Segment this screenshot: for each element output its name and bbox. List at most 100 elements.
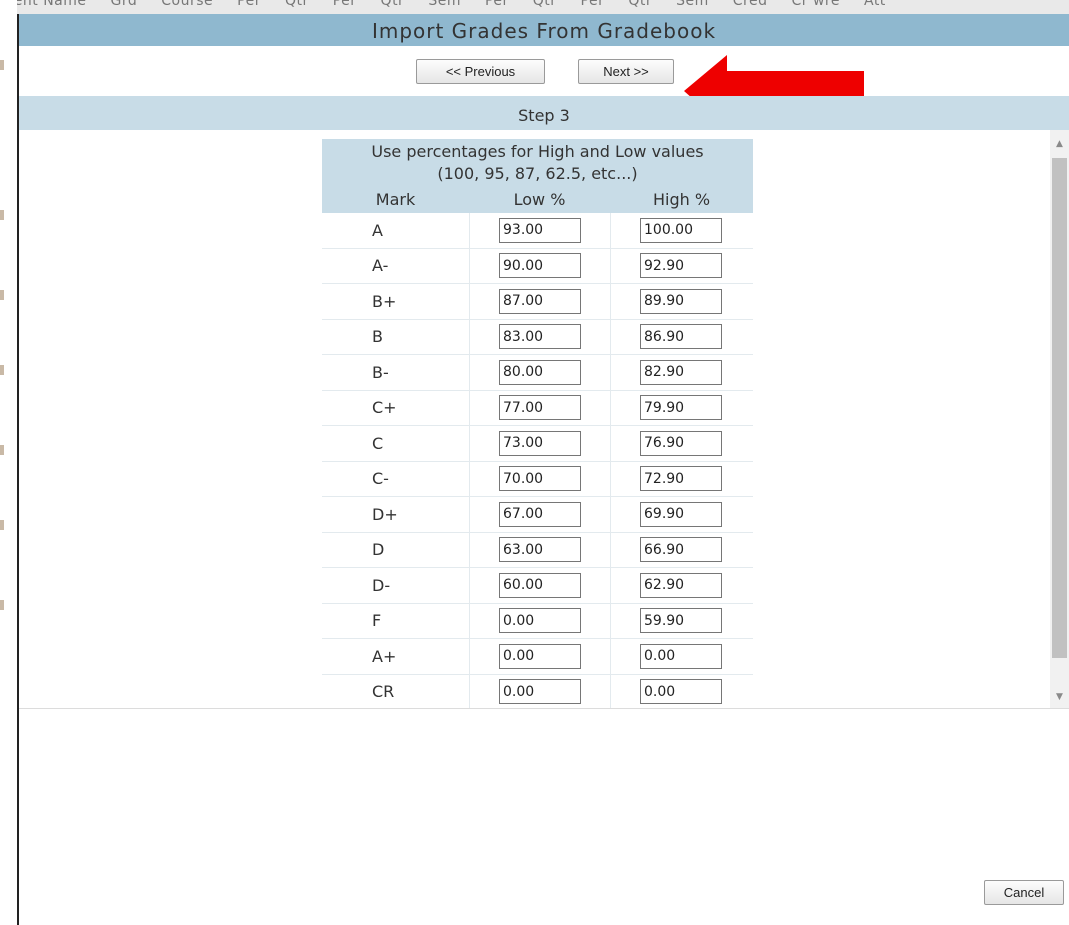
instruction-line-1: Use percentages for High and Low values [371, 142, 704, 161]
high-cell [610, 248, 753, 283]
high-percent-input[interactable] [640, 643, 722, 669]
high-percent-input[interactable] [640, 430, 722, 456]
high-percent-input[interactable] [640, 537, 722, 563]
low-percent-input[interactable] [499, 288, 581, 314]
high-cell [610, 213, 753, 248]
background-tick [0, 600, 4, 610]
grade-row: C [322, 426, 753, 462]
cancel-button[interactable]: Cancel [984, 880, 1064, 905]
high-percent-input[interactable] [640, 395, 722, 421]
high-cell [610, 355, 753, 390]
high-cell [610, 284, 753, 319]
background-tick [0, 290, 4, 300]
grade-mark: A+ [372, 646, 397, 666]
vertical-scrollbar[interactable]: ▲ ▼ [1050, 130, 1069, 708]
dialog-title-bar[interactable]: Import Grades From Gradebook [19, 14, 1069, 46]
grade-row: A+ [322, 639, 753, 675]
background-column-header: Sem [676, 0, 709, 9]
grade-mark: F [372, 611, 382, 631]
grade-rows: AA-B+BB-C+CC-D+DD-FA+CRF-F+INCNM [322, 213, 753, 708]
import-grades-dialog: Import Grades From Gradebook << Previous… [17, 14, 1069, 925]
low-cell [469, 639, 610, 674]
next-button[interactable]: Next >> [578, 59, 674, 84]
grade-scale-scroll-area[interactable]: Use percentages for High and Low values … [19, 130, 1069, 708]
low-percent-input[interactable] [499, 466, 581, 492]
low-cell [469, 284, 610, 319]
low-percent-input[interactable] [499, 253, 581, 279]
low-percent-input[interactable] [499, 679, 581, 705]
low-percent-input[interactable] [499, 324, 581, 350]
low-percent-input[interactable] [499, 430, 581, 456]
high-percent-input[interactable] [640, 217, 722, 243]
grade-mark: B+ [372, 291, 397, 311]
dialog-title: Import Grades From Gradebook [371, 19, 717, 43]
grade-mark: C+ [372, 398, 397, 418]
grade-row: F [322, 603, 753, 639]
high-cell [610, 568, 753, 603]
high-percent-input[interactable] [640, 253, 722, 279]
triangle-up-icon[interactable]: ▲ [1050, 135, 1069, 153]
high-cell [610, 319, 753, 354]
background-column-header: Cred [732, 0, 768, 9]
high-percent-input[interactable] [640, 359, 722, 385]
low-cell [469, 319, 610, 354]
grade-row: C+ [322, 390, 753, 426]
high-cell [610, 603, 753, 638]
grade-row: D- [322, 568, 753, 604]
grade-table-header: Use percentages for High and Low values … [322, 139, 753, 213]
scrollbar-thumb[interactable] [1052, 158, 1067, 658]
column-header-mark: Mark [375, 189, 416, 209]
previous-button[interactable]: << Previous [416, 59, 545, 84]
grade-row: B [322, 319, 753, 355]
grade-mark: C- [372, 469, 389, 489]
instruction-line-2: (100, 95, 87, 62.5, etc...) [437, 164, 638, 183]
grade-row: C- [322, 461, 753, 497]
low-percent-input[interactable] [499, 501, 581, 527]
high-percent-input[interactable] [640, 572, 722, 598]
column-header-low: Low % [513, 189, 566, 209]
grade-row: B- [322, 355, 753, 391]
grade-scale-table: Use percentages for High and Low values … [322, 139, 753, 708]
high-cell [610, 639, 753, 674]
low-percent-input[interactable] [499, 395, 581, 421]
grade-mark: A- [372, 256, 389, 276]
low-percent-input[interactable] [499, 572, 581, 598]
background-tick [0, 520, 4, 530]
low-cell [469, 461, 610, 496]
low-percent-input[interactable] [499, 359, 581, 385]
high-percent-input[interactable] [640, 466, 722, 492]
high-percent-input[interactable] [640, 288, 722, 314]
background-tick [0, 445, 4, 455]
column-header-high: High % [652, 189, 711, 209]
step-indicator: Step 3 [19, 96, 1069, 130]
low-percent-input[interactable] [499, 537, 581, 563]
high-cell [610, 674, 753, 708]
background-tick [0, 60, 4, 70]
low-cell [469, 674, 610, 708]
background-column-header: Qtr [532, 0, 557, 9]
background-column-header: Per [332, 0, 357, 9]
high-cell [610, 426, 753, 461]
background-column-header: Per [484, 0, 509, 9]
triangle-down-icon[interactable]: ▼ [1050, 688, 1069, 706]
grade-row: A- [322, 248, 753, 284]
high-percent-input[interactable] [640, 501, 722, 527]
low-percent-input[interactable] [499, 643, 581, 669]
grade-mark: CR [372, 682, 395, 702]
high-percent-input[interactable] [640, 608, 722, 634]
grade-row: D+ [322, 497, 753, 533]
high-cell [610, 390, 753, 425]
background-column-header: Course [161, 0, 214, 9]
low-percent-input[interactable] [499, 608, 581, 634]
low-cell [469, 390, 610, 425]
grade-mark: B [372, 327, 383, 347]
background-column-header: Cr wre [791, 0, 840, 9]
grade-row: D [322, 532, 753, 568]
high-percent-input[interactable] [640, 324, 722, 350]
background-column-header: Qtr [628, 0, 653, 9]
low-percent-input[interactable] [499, 217, 581, 243]
background-column-header: Per [237, 0, 261, 9]
high-percent-input[interactable] [640, 679, 722, 705]
grade-mark: D+ [372, 504, 398, 524]
background-column-header: Sem [428, 0, 461, 9]
